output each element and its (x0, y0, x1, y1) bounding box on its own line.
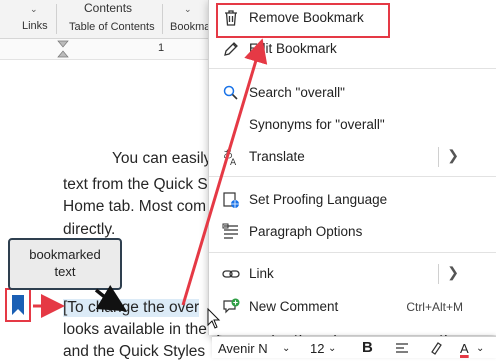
doc-line: text from the Quick S (63, 176, 208, 193)
menu-item-new-comment[interactable]: New Comment Ctrl+Alt+M (209, 292, 496, 322)
menu-item-translate[interactable]: あ A Translate ❯ (209, 142, 496, 172)
doc-line: and the Quick Styles (63, 343, 206, 360)
chevron-right-icon[interactable]: ❯ (447, 147, 459, 164)
chevron-down-icon[interactable]: ⌄ (476, 343, 484, 354)
bookmark-expand-chevron[interactable]: ⌄ (184, 4, 192, 15)
menu-item-search[interactable]: Search "overall" (209, 78, 496, 108)
ribbon-contents-label[interactable]: Contents (84, 1, 132, 15)
svg-text:A: A (230, 158, 237, 167)
font-color-button[interactable]: A (460, 341, 469, 356)
ribbon-links-group[interactable]: Links (22, 20, 48, 32)
menu-item-label: Edit Bookmark (249, 41, 337, 56)
paragraph-options-icon (222, 223, 238, 239)
menu-item-label: Search "overall" (249, 85, 345, 100)
menu-item-synonyms[interactable]: Synonyms for "overall" (209, 110, 496, 140)
links-expand-chevron[interactable]: ⌄ (30, 4, 38, 15)
bookmarked-text[interactable]: [To change the over (63, 299, 200, 317)
menu-item-link[interactable]: Link ❯ (209, 259, 496, 289)
new-comment-icon (223, 298, 240, 314)
menu-separator (209, 252, 496, 253)
menu-item-label: Set Proofing Language (249, 192, 388, 207)
link-icon (222, 270, 240, 278)
submenu-separator (438, 264, 439, 284)
ribbon-toc-group[interactable]: Table of Contents (69, 21, 155, 33)
font-name-select[interactable]: Avenir N (218, 341, 268, 356)
highlighter-icon[interactable] (428, 340, 444, 356)
bookmark-icon[interactable] (11, 294, 25, 316)
bold-button[interactable]: B (362, 339, 373, 356)
chevron-down-icon[interactable]: ⌄ (328, 343, 336, 354)
align-left-icon[interactable] (394, 341, 410, 355)
callout-line: bookmarked (29, 247, 101, 262)
menu-item-label: New Comment (249, 299, 339, 314)
mini-toolbar: Avenir N ⌄ 12 ⌄ B A ⌄ (212, 336, 496, 358)
menu-item-shortcut: Ctrl+Alt+M (406, 300, 463, 314)
pencil-icon (224, 42, 238, 56)
font-size-select[interactable]: 12 (310, 341, 324, 356)
menu-separator (209, 68, 496, 69)
menu-item-paragraph-options[interactable]: Paragraph Options (209, 217, 496, 247)
proofing-language-icon (223, 192, 239, 208)
menu-item-label: Link (249, 266, 274, 281)
chevron-down-icon[interactable]: ⌄ (282, 343, 290, 354)
menu-separator (209, 176, 496, 177)
search-icon (223, 85, 238, 100)
translate-icon: あ A (223, 149, 237, 167)
ribbon-separator (162, 4, 163, 34)
remove-bookmark-highlight (216, 3, 390, 38)
ribbon-separator (56, 4, 57, 34)
menu-item-label: Paragraph Options (249, 224, 363, 239)
doc-line: directly. (63, 221, 116, 238)
ruler-number: 1 (158, 42, 165, 54)
menu-item-set-proofing-language[interactable]: Set Proofing Language (209, 185, 496, 215)
doc-line: Home tab. Most com (63, 198, 206, 215)
doc-line: You can easily (112, 150, 212, 167)
callout-line: text (54, 264, 76, 279)
menu-item-label: Synonyms for "overall" (249, 117, 385, 132)
submenu-separator (438, 147, 439, 167)
bookmarked-text-callout: bookmarked text (8, 238, 122, 290)
context-menu: Remove Bookmark Edit Bookmark Search "ov… (208, 0, 496, 335)
chevron-right-icon[interactable]: ❯ (447, 264, 459, 281)
indent-marker-icon[interactable] (57, 40, 69, 58)
menu-item-label: Translate (249, 149, 305, 164)
menu-item-edit-bookmark[interactable]: Edit Bookmark (209, 34, 496, 64)
